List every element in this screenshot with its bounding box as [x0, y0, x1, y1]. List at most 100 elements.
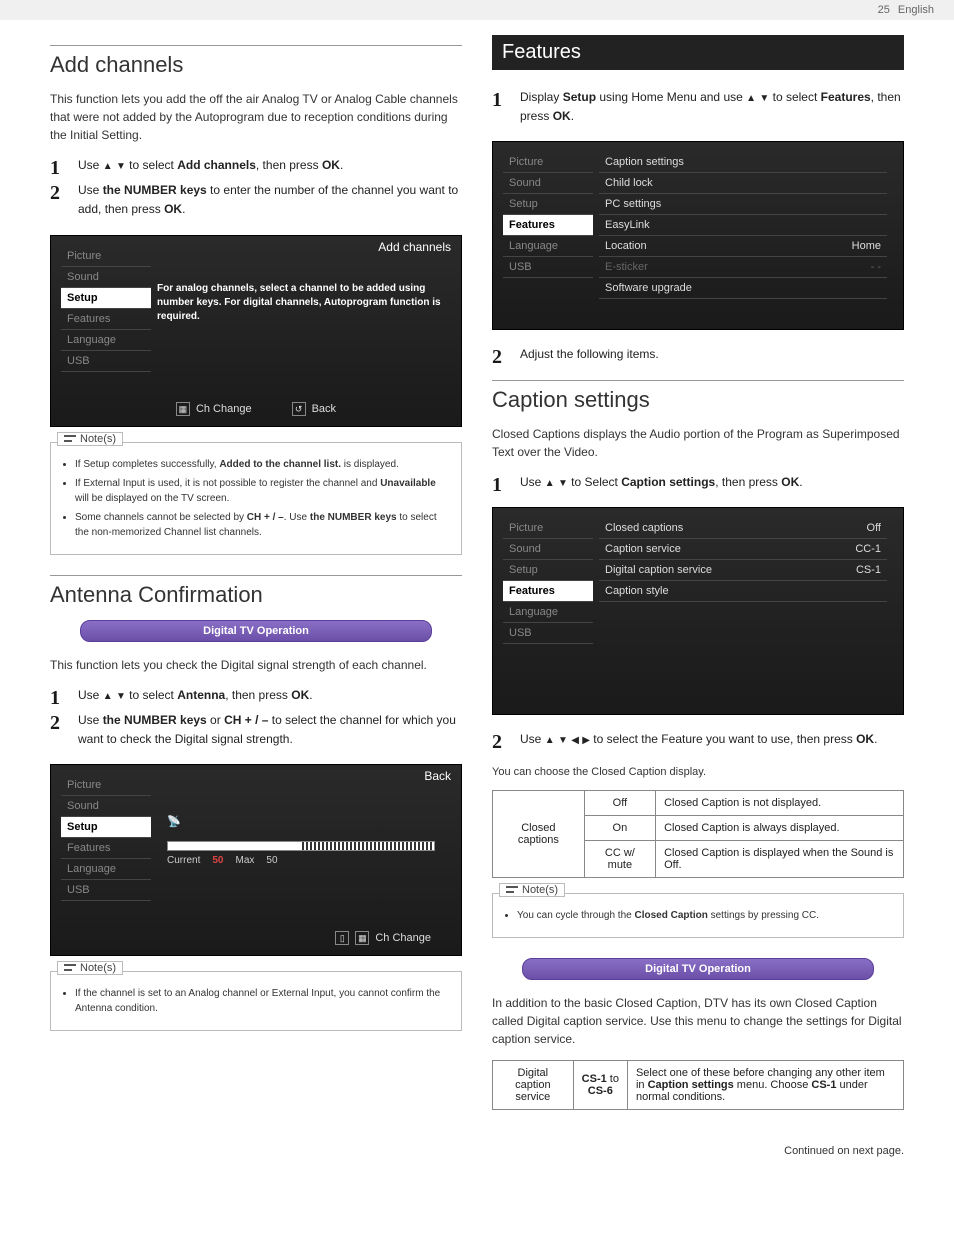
add-channels-step-2: Use the NUMBER keys to enter the number … — [50, 181, 462, 219]
arrow-up-icon — [545, 732, 555, 746]
antenna-title: Antenna Confirmation — [50, 575, 462, 608]
arrow-left-icon — [571, 732, 579, 746]
antenna-steps: Use to select Antenna, then press OK. Us… — [50, 686, 462, 750]
antenna-intro: This function lets you check the Digital… — [50, 656, 462, 674]
remote-icon: ▯ — [335, 931, 349, 945]
osd-side-menu: Picture Sound Setup Features Language US… — [503, 518, 593, 644]
caption-step-2-list: Use to select the Feature you want to us… — [492, 730, 904, 749]
osd-main-item: LocationHome — [599, 236, 887, 257]
osd-main-item: Caption style — [599, 581, 887, 602]
osd-main-item: Digital caption serviceCS-1 — [599, 560, 887, 581]
osd-side-item: Sound — [61, 267, 151, 288]
add-channels-notes: Note(s) If Setup completes successfully,… — [50, 442, 462, 555]
antenna-step-2: Use the NUMBER keys or CH + / – to selec… — [50, 711, 462, 749]
features-title: Features — [492, 35, 904, 70]
arrow-up-icon — [545, 475, 555, 489]
note-tab: Note(s) — [57, 432, 123, 446]
osd-side-item: Features — [503, 215, 593, 236]
arrow-down-icon — [558, 475, 568, 489]
osd-side-item: Language — [503, 602, 593, 623]
features-step-2: Adjust the following items. — [492, 345, 904, 364]
cc-desc: Closed Caption is always displayed. — [656, 816, 904, 841]
caption-step-1: Use to Select Caption settings, then pre… — [492, 473, 904, 492]
osd-main-item: EasyLink — [599, 215, 887, 236]
osd-side-item: Picture — [61, 246, 151, 267]
left-column: Add channels This function lets you add … — [50, 35, 462, 1125]
digital-caption-service-table: Digital caption service CS-1 to CS-6 Sel… — [492, 1060, 904, 1110]
osd-side-item: Sound — [503, 539, 593, 560]
osd-main-item: Child lock — [599, 173, 887, 194]
osd-side-item: Sound — [61, 796, 151, 817]
osd-antenna: Back Picture Sound Setup Features Langua… — [50, 764, 462, 956]
osd-side-item: USB — [503, 257, 593, 278]
back-icon: ↺ — [292, 402, 306, 416]
osd-side-item: USB — [61, 351, 151, 372]
note-item: If the channel is set to an Analog chann… — [75, 986, 449, 1016]
note-icon — [64, 434, 76, 444]
cc-desc: Closed Caption is not displayed. — [656, 791, 904, 816]
osd-side-item: Language — [503, 236, 593, 257]
note-item: Some channels cannot be selected by CH +… — [75, 510, 449, 540]
caption-steps: Use to Select Caption settings, then pre… — [492, 473, 904, 492]
arrow-down-icon — [116, 688, 126, 702]
osd-side-item: Picture — [61, 775, 151, 796]
dtv-caption-intro: In addition to the basic Closed Caption,… — [492, 994, 904, 1048]
add-channels-intro: This function lets you add the off the a… — [50, 90, 462, 144]
osd-footer-back: ↺Back — [292, 402, 336, 416]
osd-main-item: Caption settings — [599, 152, 887, 173]
arrow-up-icon — [746, 90, 756, 104]
caption-title: Caption settings — [492, 380, 904, 413]
note-item: If External Input is used, it is not pos… — [75, 476, 449, 506]
osd-side-item: Picture — [503, 152, 593, 173]
osd-main-item: E-sticker- - — [599, 257, 887, 278]
cc-key: Off — [584, 791, 655, 816]
osd-side-item: Sound — [503, 173, 593, 194]
osd-add-channels: Add channels Picture Sound Setup Feature… — [50, 235, 462, 427]
osd-side-item: Setup — [503, 194, 593, 215]
osd-side-item: Setup — [61, 288, 151, 309]
continued-note: Continued on next page. — [0, 1145, 954, 1157]
grid-icon: ▦ — [355, 931, 369, 945]
antenna-notes: Note(s) If the channel is set to an Anal… — [50, 971, 462, 1031]
cc-key: On — [584, 816, 655, 841]
page-lang: English — [898, 4, 934, 16]
antenna-icon: 📡 — [167, 815, 189, 837]
cc-rowhead: Closed captions — [493, 791, 585, 878]
osd-footer-ch-change: ▯▦Ch Change — [335, 931, 431, 945]
caption-step-2: Use to select the Feature you want to us… — [492, 730, 904, 749]
osd-side-menu: Picture Sound Setup Features Language US… — [61, 246, 151, 372]
page-header: 25 English — [0, 0, 954, 20]
features-steps: Display Setup using Home Menu and use to… — [492, 88, 904, 126]
grid-icon: ▦ — [176, 402, 190, 416]
antenna-step-1: Use to select Antenna, then press OK. — [50, 686, 462, 705]
dcs-range: CS-1 to CS-6 — [573, 1061, 627, 1110]
digital-tv-operation-badge: Digital TV Operation — [522, 958, 874, 980]
digital-tv-operation-badge: Digital TV Operation — [80, 620, 432, 642]
osd-hint-text: For analog channels, select a channel to… — [157, 276, 445, 324]
arrow-up-icon — [103, 158, 113, 172]
osd-side-item: Language — [61, 859, 151, 880]
cc-key: CC w/ mute — [584, 841, 655, 878]
arrow-right-icon — [582, 732, 590, 746]
osd-main-item: PC settings — [599, 194, 887, 215]
note-item: If Setup completes successfully, Added t… — [75, 457, 449, 472]
note-icon — [506, 885, 518, 895]
add-channels-step-1: Use to select Add channels, then press O… — [50, 156, 462, 175]
arrow-down-icon — [558, 732, 568, 746]
arrow-up-icon — [103, 688, 113, 702]
arrow-down-icon — [116, 158, 126, 172]
cc-desc: Closed Caption is displayed when the Sou… — [656, 841, 904, 878]
right-column: Features Display Setup using Home Menu a… — [492, 35, 904, 1125]
note-tab: Note(s) — [499, 883, 565, 897]
cc-table-intro: You can choose the Closed Caption displa… — [492, 764, 904, 781]
signal-strength-meter: 📡 Current 50 Max 50 — [157, 815, 445, 866]
osd-main-item: Caption serviceCC-1 — [599, 539, 887, 560]
closed-captions-table: Closed captions Off Closed Caption is no… — [492, 790, 904, 878]
osd-side-item: Features — [61, 309, 151, 330]
osd-caption: Picture Sound Setup Features Language US… — [492, 507, 904, 715]
add-channels-title: Add channels — [50, 45, 462, 78]
features-step-2-list: Adjust the following items. — [492, 345, 904, 364]
page-number: 25 — [878, 4, 890, 16]
osd-main-item: Closed captionsOff — [599, 518, 887, 539]
features-step-1: Display Setup using Home Menu and use to… — [492, 88, 904, 126]
